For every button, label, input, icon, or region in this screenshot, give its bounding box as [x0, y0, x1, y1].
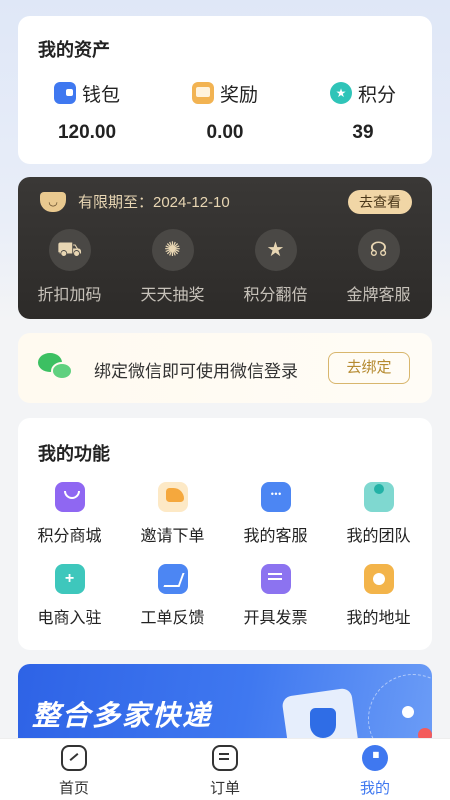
shield-icon: [310, 708, 336, 738]
function-label: 我的地址: [346, 610, 411, 627]
banner-text: 整合多家快递: [32, 700, 213, 731]
reward-label: 奖励: [219, 84, 258, 106]
wallet-icon: [53, 82, 76, 104]
vip-card: ◡ 有限期至：2024-12-10 去查看 ⛟ 折扣加码 ✺ 天天抽奖 ★ 积分…: [18, 177, 432, 319]
assets-card: 我的资产 钱包 120.00 奖励 0.00 ★ 积分 39: [18, 16, 432, 164]
promo-banner[interactable]: 整合多家快递: [18, 664, 432, 744]
function-label: 工单反馈: [140, 610, 205, 627]
function-ecommerce-join[interactable]: 电商入驻: [18, 564, 121, 628]
vip-item-label: 天天抽奖: [140, 287, 205, 304]
star-icon: ★: [254, 229, 297, 271]
wechat-icon: [38, 351, 74, 383]
function-ticket-feedback[interactable]: 工单反馈: [121, 564, 224, 628]
nav-label: 首页: [58, 780, 89, 797]
nav-mine[interactable]: 我的: [325, 745, 425, 798]
scooter-icon: ⛟: [48, 229, 91, 271]
functions-card: 我的功能 积分商城 邀请下单 我的客服 我的团队 电商入驻 工单反馈 开具发票 …: [18, 418, 432, 650]
points-item[interactable]: ★ 积分 39: [294, 78, 432, 144]
function-label: 开具发票: [243, 610, 308, 627]
bottom-nav: 首页 订单 我的: [0, 738, 450, 800]
assets-title: 我的资产: [38, 40, 110, 60]
vip-item-label: 折扣加码: [37, 287, 102, 304]
diamond-icon: ◡: [40, 191, 66, 212]
wechat-bind-button[interactable]: 去绑定: [328, 352, 410, 384]
wallet-label: 钱包: [81, 84, 120, 106]
vip-expiry: 有限期至：2024-12-10: [78, 194, 230, 211]
wallet-value: 120.00: [57, 122, 117, 143]
courier-logo-icon: [402, 706, 414, 718]
functions-title: 我的功能: [38, 444, 110, 464]
chat-icon: [260, 482, 291, 512]
points-icon: ★: [329, 82, 352, 104]
invoice-icon: [260, 564, 291, 594]
function-label: 我的客服: [243, 528, 308, 545]
vip-item-gold-service[interactable]: ☊ 金牌客服: [327, 229, 430, 305]
wechat-bind-text: 绑定微信即可使用微信登录: [94, 362, 298, 381]
profile-icon: [362, 745, 388, 771]
nav-label: 订单: [209, 780, 240, 797]
headset-icon: ☊: [357, 229, 400, 271]
feedback-icon: [157, 564, 188, 594]
nav-label: 我的: [359, 780, 390, 797]
function-label: 邀请下单: [140, 528, 205, 545]
location-icon: [363, 564, 394, 594]
reward-value: 0.00: [206, 122, 244, 143]
function-issue-invoice[interactable]: 开具发票: [224, 564, 327, 628]
function-label: 我的团队: [346, 528, 411, 545]
function-label: 积分商城: [37, 528, 102, 545]
team-icon: [363, 482, 394, 512]
wechat-bind-card: 绑定微信即可使用微信登录 去绑定: [18, 333, 432, 403]
wallet-item[interactable]: 钱包 120.00: [18, 78, 156, 144]
reward-icon: [191, 82, 214, 104]
function-my-service[interactable]: 我的客服: [224, 482, 327, 546]
vip-item-lottery[interactable]: ✺ 天天抽奖: [121, 229, 224, 305]
vip-item-discount[interactable]: ⛟ 折扣加码: [18, 229, 121, 305]
vip-item-label: 金牌客服: [346, 287, 411, 304]
nav-orders[interactable]: 订单: [175, 745, 275, 798]
mall-bag-icon: [54, 482, 85, 512]
function-label: 电商入驻: [37, 610, 102, 627]
order-icon: [212, 745, 238, 771]
function-my-address[interactable]: 我的地址: [327, 564, 430, 628]
vip-item-double-points[interactable]: ★ 积分翻倍: [224, 229, 327, 305]
reward-item[interactable]: 奖励 0.00: [156, 78, 294, 144]
wheel-icon: ✺: [151, 229, 194, 271]
shop-icon: [54, 564, 85, 594]
function-invite-order[interactable]: 邀请下单: [121, 482, 224, 546]
share-icon: [157, 482, 188, 512]
function-my-team[interactable]: 我的团队: [327, 482, 430, 546]
vip-item-label: 积分翻倍: [243, 287, 308, 304]
points-value: 39: [352, 122, 374, 143]
home-icon: [61, 745, 87, 771]
nav-home[interactable]: 首页: [24, 745, 124, 798]
vip-view-button[interactable]: 去查看: [348, 190, 412, 214]
function-points-mall[interactable]: 积分商城: [18, 482, 121, 546]
points-label: 积分: [357, 84, 396, 106]
